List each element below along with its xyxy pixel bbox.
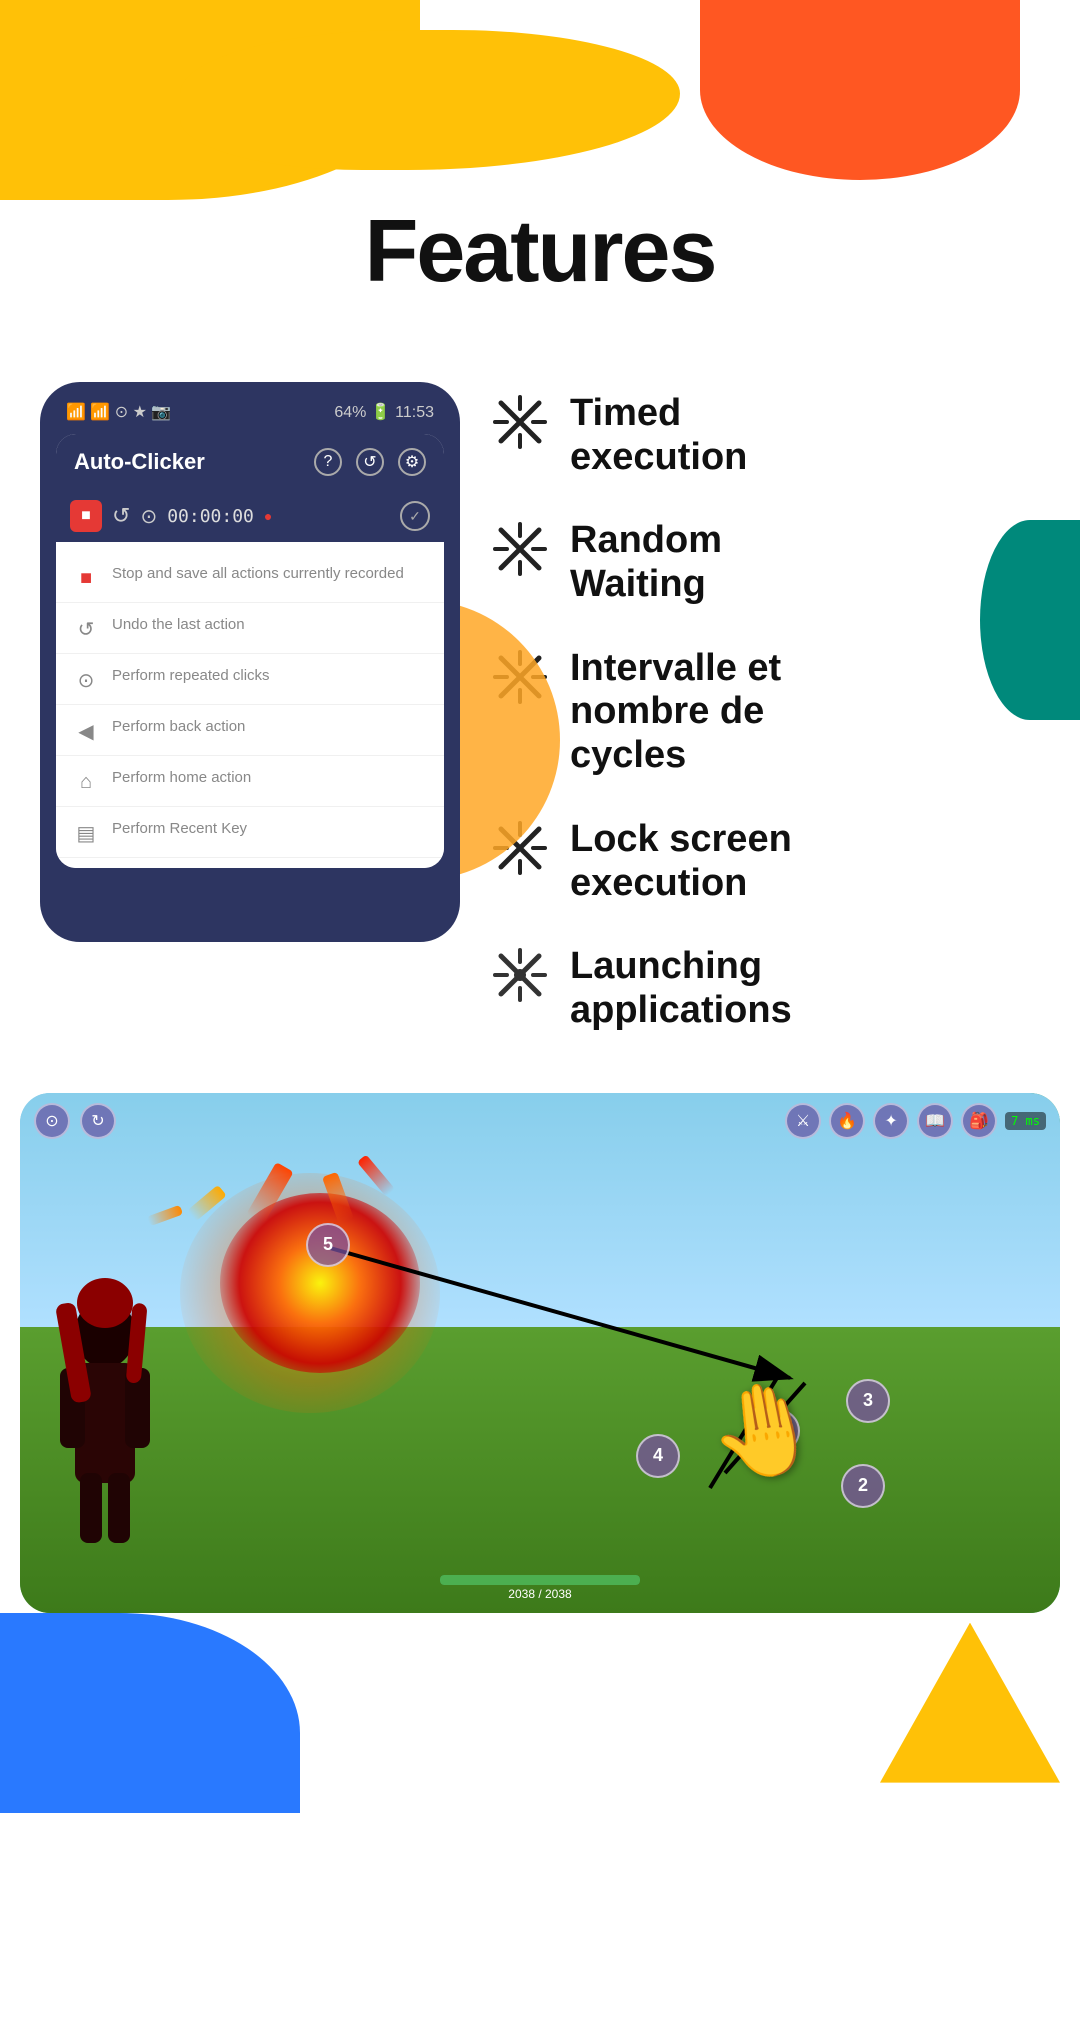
hud-icon-right-3[interactable]: ✦	[873, 1103, 909, 1139]
repeated-clicks-text: Perform repeated clicks	[112, 666, 270, 686]
toolbar-undo-icon[interactable]: ↺	[112, 503, 130, 529]
bottom-decorative-area	[0, 1613, 1080, 1813]
features-list: Timedexecution RandomWaiting	[490, 362, 1040, 1073]
hud-top: ⊙ ↻ ⚔ 🔥 ✦ 📖 🎒 7 ms	[20, 1103, 1060, 1139]
hud-icon-left-1[interactable]: ⊙	[34, 1103, 70, 1139]
phone-status-left: 📶 📶 ⊙ ★ 📷	[66, 402, 171, 422]
hud-icon-right-4[interactable]: 📖	[917, 1103, 953, 1139]
click-point-3[interactable]: 3	[846, 1379, 890, 1423]
toolbar-target-icon[interactable]: ⊙	[140, 504, 157, 529]
feature-lock-screen: Lock screenexecution	[490, 818, 1040, 905]
random-waiting-icon	[490, 519, 550, 579]
stop-button[interactable]: ■	[70, 500, 102, 532]
phone-screen: Auto-Clicker ? ↺ ⚙	[56, 434, 444, 868]
timed-execution-text: Timedexecution	[570, 392, 747, 479]
lock-screen-text: Lock screenexecution	[570, 818, 792, 905]
toolbar-record-dot: ●	[264, 508, 272, 524]
back-action-text: Perform back action	[112, 717, 245, 737]
stop-save-icon: ■	[74, 566, 98, 590]
toolbar-row: ■ ↺ ⊙ 00:00:00 ● ✓	[56, 490, 444, 542]
intervalle-text: Intervalle etnombre decycles	[570, 647, 781, 778]
feature-random-waiting: RandomWaiting	[490, 519, 1040, 606]
recent-key-icon: ▤	[74, 821, 98, 845]
page: Features 📶 📶 ⊙ ★ 📷 64% 🔋 11:53 Auto-Clic…	[0, 0, 1080, 1813]
hud-icon-right-5[interactable]: 🎒	[961, 1103, 997, 1139]
recent-key-text: Perform Recent Key	[112, 819, 247, 839]
health-text: 2038 / 2038	[440, 1587, 640, 1601]
settings-icon[interactable]: ⚙	[398, 448, 426, 476]
click-point-2[interactable]: 2	[841, 1464, 885, 1508]
character	[40, 1273, 170, 1553]
health-bar-bg	[440, 1575, 640, 1585]
phone-menu: ■ Stop and save all actions currently re…	[56, 542, 444, 868]
explosion	[220, 1193, 420, 1373]
hud-icon-left-2[interactable]: ↻	[80, 1103, 116, 1139]
app-title-label: Auto-Clicker	[74, 449, 205, 475]
health-bar-container: 2038 / 2038	[440, 1575, 640, 1601]
home-action-text: Perform home action	[112, 768, 251, 788]
phone-status-right: 64% 🔋 11:53	[334, 402, 434, 422]
menu-item-stop-save[interactable]: ■ Stop and save all actions currently re…	[56, 552, 444, 603]
home-action-icon: ⌂	[74, 770, 98, 794]
hud-ping: 7 ms	[1005, 1112, 1046, 1130]
timed-execution-icon	[490, 392, 550, 452]
hud-icon-right-2[interactable]: 🔥	[829, 1103, 865, 1139]
repeated-clicks-icon: ⊙	[74, 668, 98, 692]
feature-timed-execution: Timedexecution	[490, 392, 1040, 479]
undo-text: Undo the last action	[112, 615, 245, 635]
feature-launching-apps: Launchingapplications	[490, 945, 1040, 1032]
phone-status-bar: 📶 📶 ⊙ ★ 📷 64% 🔋 11:53	[56, 398, 444, 426]
launching-apps-icon	[490, 945, 550, 1005]
random-waiting-text: RandomWaiting	[570, 519, 722, 606]
game-screenshot: ⊙ ↻ ⚔ 🔥 ✦ 📖 🎒 7 ms	[20, 1093, 1060, 1613]
stop-icon: ■	[81, 507, 91, 525]
stop-save-text: Stop and save all actions currently reco…	[112, 564, 404, 584]
blob-top-orange	[700, 0, 1020, 180]
health-bar-fill	[440, 1575, 640, 1585]
click-point-5[interactable]: 5	[306, 1223, 350, 1267]
blob-teal-leaf	[980, 520, 1080, 720]
game-section: ⊙ ↻ ⚔ 🔥 ✦ 📖 🎒 7 ms	[0, 1093, 1080, 1613]
menu-item-recent-key[interactable]: ▤ Perform Recent Key	[56, 807, 444, 858]
launching-apps-text: Launchingapplications	[570, 945, 792, 1032]
feature-intervalle: Intervalle etnombre decycles	[490, 647, 1040, 778]
hud-icon-right-1[interactable]: ⚔	[785, 1103, 821, 1139]
toolbar-check[interactable]: ✓	[400, 501, 430, 531]
hand-cursor: 🤚	[700, 1369, 829, 1492]
history-icon[interactable]: ↺	[356, 448, 384, 476]
hud-left-icons: ⊙ ↻	[34, 1103, 116, 1139]
help-icon[interactable]: ?	[314, 448, 342, 476]
undo-icon: ↺	[74, 617, 98, 641]
menu-item-home-action[interactable]: ⌂ Perform home action	[56, 756, 444, 807]
phone-mockup: 📶 📶 ⊙ ★ 📷 64% 🔋 11:53 Auto-Clicker ? ↺	[40, 382, 460, 942]
menu-item-undo[interactable]: ↺ Undo the last action	[56, 603, 444, 654]
back-action-icon: ◀	[74, 719, 98, 743]
toolbar-timer: 00:00:00	[167, 506, 254, 527]
app-header: Auto-Clicker ? ↺ ⚙	[56, 434, 444, 490]
game-ground	[20, 1327, 1060, 1613]
app-header-icons: ? ↺ ⚙	[314, 448, 426, 476]
click-point-4[interactable]: 4	[636, 1434, 680, 1478]
menu-item-repeated-clicks[interactable]: ⊙ Perform repeated clicks	[56, 654, 444, 705]
hud-right-icons: ⚔ 🔥 ✦ 📖 🎒 7 ms	[785, 1103, 1046, 1139]
menu-item-back-action[interactable]: ◀ Perform back action	[56, 705, 444, 756]
